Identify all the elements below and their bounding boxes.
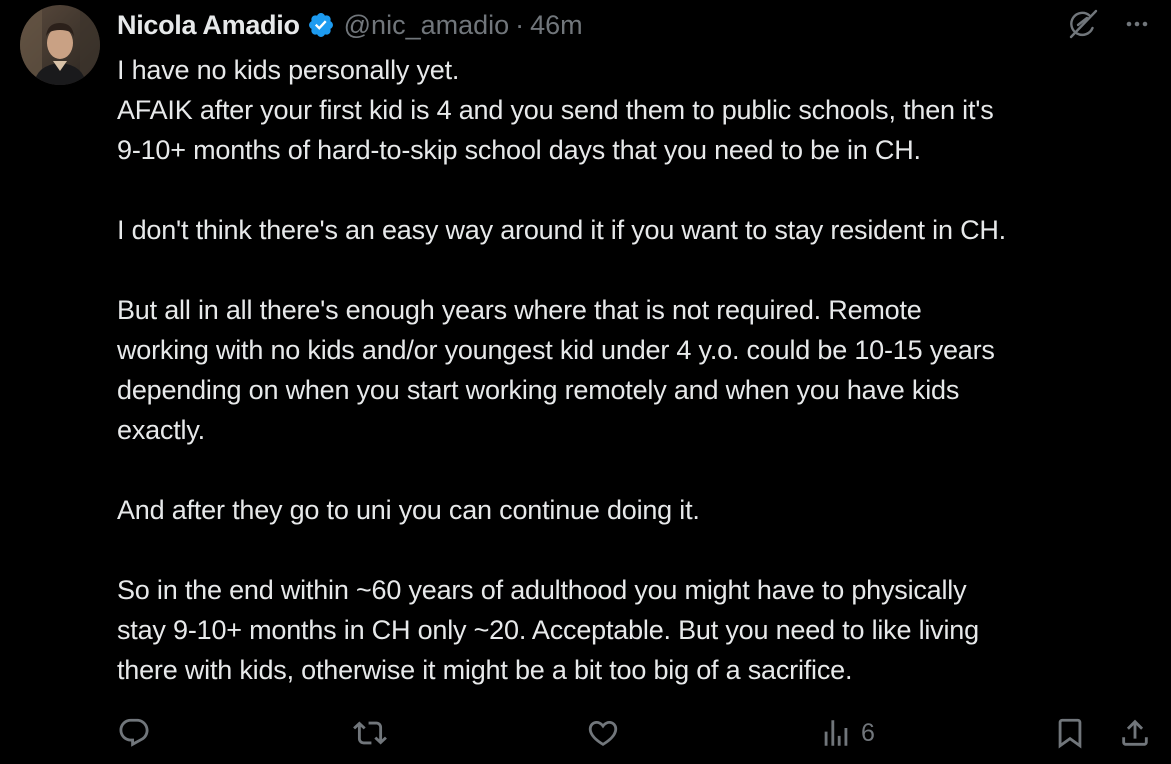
share-button[interactable] [1118, 712, 1152, 754]
post-line: working with no kids and/or youngest kid… [117, 335, 995, 365]
post-line: So in the end within ~60 years of adulth… [117, 575, 967, 605]
reply-icon [119, 718, 149, 747]
post-text: I have no kids personally yet. AFAIK aft… [117, 50, 1157, 690]
repost-button[interactable] [353, 712, 387, 754]
author-avatar[interactable] [20, 5, 100, 85]
post-line: And after they go to uni you can continu… [117, 495, 700, 525]
post-action-bar: 6 [117, 712, 1157, 754]
post-header: Nicola Amadio @nic_amadio · 46m [117, 6, 583, 44]
like-icon [588, 720, 618, 746]
like-button[interactable] [586, 712, 620, 754]
views-icon [824, 720, 848, 746]
post-line: But all in all there's enough years wher… [117, 295, 922, 325]
share-icon [1122, 719, 1148, 746]
views-button[interactable]: 6 [819, 712, 875, 754]
views-count: 6 [861, 718, 875, 747]
bookmark-icon [1058, 718, 1082, 749]
post-line: 9-10+ months of hard-to-skip school days… [117, 135, 921, 165]
more-icon[interactable] [1123, 10, 1151, 38]
post-line: I have no kids personally yet. [117, 55, 460, 85]
verified-badge-icon[interactable] [307, 11, 335, 39]
repost-icon [353, 721, 387, 745]
header-separator: · [515, 9, 525, 40]
post-timestamp[interactable]: 46m [530, 10, 583, 41]
bookmark-button[interactable] [1053, 712, 1087, 754]
post-line: exactly. [117, 415, 205, 445]
post-line: I don't think there's an easy way around… [117, 215, 1006, 245]
post-line: there with kids, otherwise it might be a… [117, 655, 853, 685]
author-name[interactable]: Nicola Amadio [117, 10, 300, 41]
post-line: AFAIK after your first kid is 4 and you … [117, 95, 994, 125]
post-line: depending on when you start working remo… [117, 375, 960, 405]
post-line: stay 9-10+ months in CH only ~20. Accept… [117, 615, 979, 645]
post-top-actions [1065, 6, 1151, 42]
author-handle[interactable]: @nic_amadio [344, 10, 510, 41]
avatar-photo [20, 5, 100, 85]
grok-icon[interactable] [1065, 6, 1101, 42]
reply-button[interactable] [117, 712, 151, 754]
